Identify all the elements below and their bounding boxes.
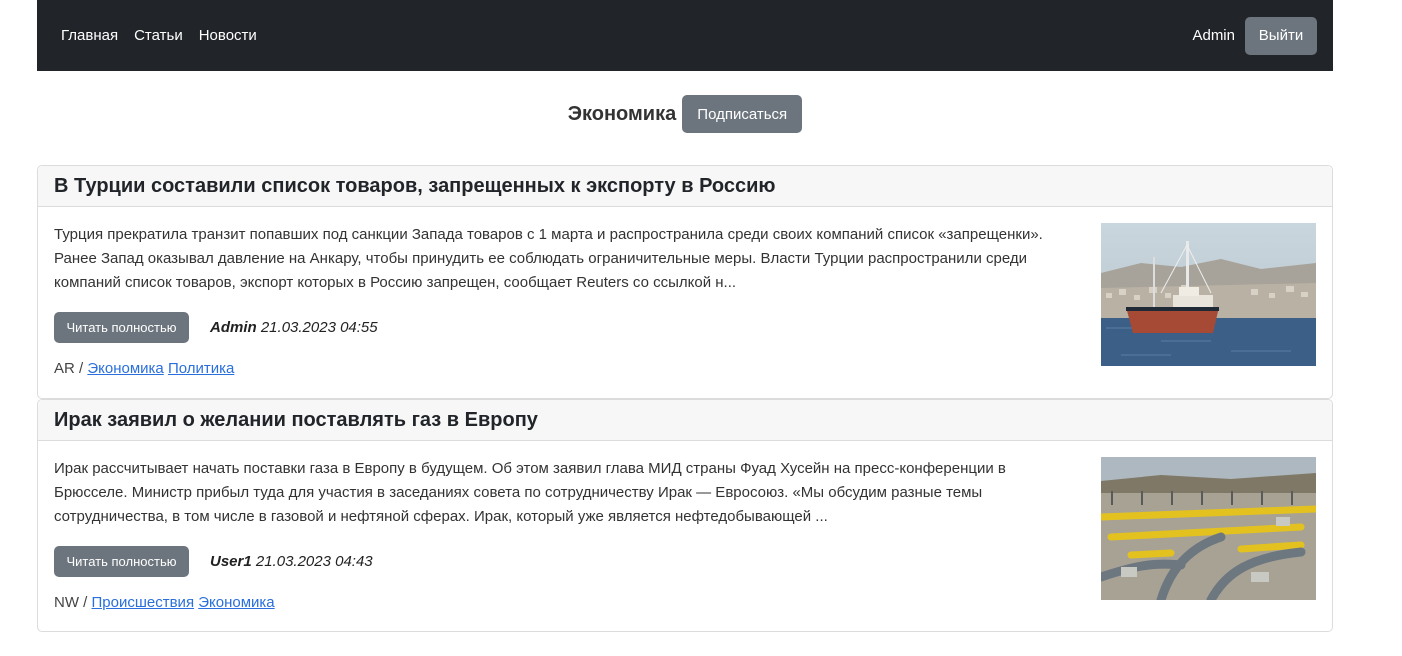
article-tags: NW / Происшествия Экономика [54,594,275,611]
article-excerpt: Турция прекратила транзит попавших под с… [54,226,1043,291]
article-meta: User1 21.03.2023 04:43 [210,553,373,570]
tag-link-politics[interactable]: Политика [168,360,234,377]
article-source: AR / [54,360,84,377]
article-excerpt: Ирак рассчитывает начать поставки газа в… [54,460,1006,525]
article-actions: Читать полностью Admin 21.03.2023 04:55 [54,312,378,343]
article-tags: AR / Экономика Политика [54,360,234,377]
category-header: Экономика Подписаться [37,95,1333,133]
article-body: Ирак рассчитывает начать поставки газа в… [38,441,1332,631]
page-container: Главная Статьи Новости Admin Выйти Эконо… [37,0,1333,632]
nav-links: Главная Статьи Новости [61,27,257,44]
tag-link-incidents[interactable]: Происшествия [92,594,195,611]
gas-pipeline-photo [1101,457,1316,600]
article-date: 21.03.2023 04:43 [255,553,373,570]
current-user: Admin [1192,27,1235,44]
tag-link-economy[interactable]: Экономика [87,360,163,377]
article-title: В Турции составили список товаров, запре… [38,166,1332,207]
category-title: Экономика [567,102,677,125]
subscribe-button[interactable]: Подписаться [682,95,803,133]
read-more-button[interactable]: Читать полностью [54,546,189,577]
nav-link-articles[interactable]: Статьи [134,27,183,44]
article-title: Ирак заявил о желании поставлять газ в Е… [38,400,1332,441]
nav-user-area: Admin Выйти [1192,16,1317,55]
nav-link-news[interactable]: Новости [199,27,257,44]
nav-link-home[interactable]: Главная [61,27,118,44]
article-body: Турция прекратила транзит попавших под с… [38,207,1332,398]
article-card: В Турции составили список товаров, запре… [37,165,1333,399]
article-meta: Admin 21.03.2023 04:55 [210,319,378,336]
read-more-button[interactable]: Читать полностью [54,312,189,343]
article-card: Ирак заявил о желании поставлять газ в Е… [37,399,1333,632]
article-author: Admin [210,319,257,336]
article-date: 21.03.2023 04:55 [260,319,378,336]
article-actions: Читать полностью User1 21.03.2023 04:43 [54,546,373,577]
logout-button[interactable]: Выйти [1245,16,1317,55]
top-navbar: Главная Статьи Новости Admin Выйти [37,0,1333,71]
article-author: User1 [210,553,252,570]
ship-photo [1101,223,1316,366]
tag-link-economy[interactable]: Экономика [198,594,274,611]
article-source: NW / [54,594,88,611]
